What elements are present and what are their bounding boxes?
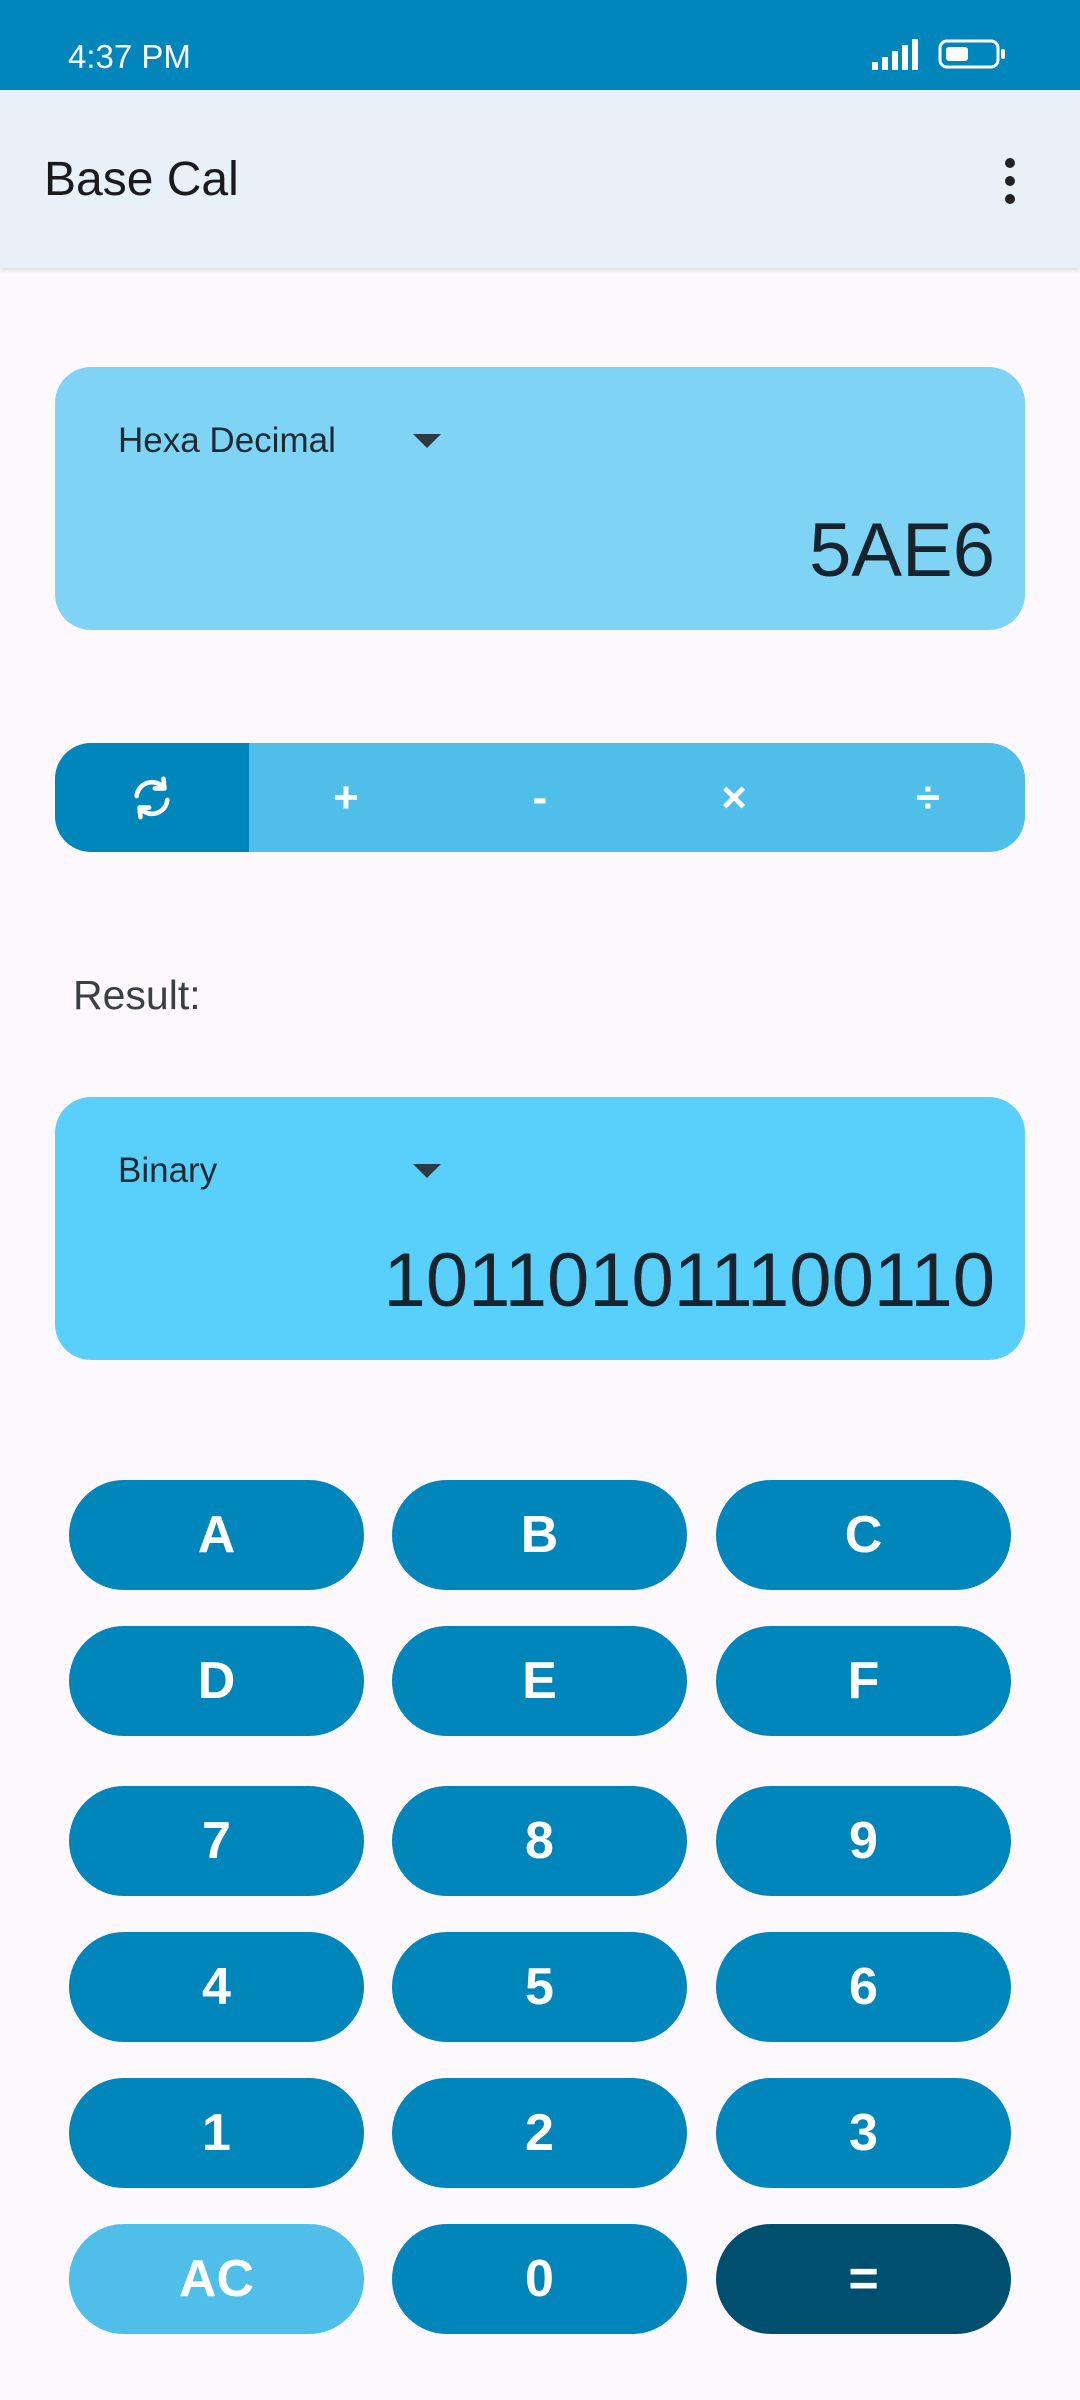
key-2[interactable]: 2: [392, 2078, 687, 2188]
key-e[interactable]: E: [392, 1626, 687, 1736]
key-b[interactable]: B: [392, 1480, 687, 1590]
key-c[interactable]: C: [716, 1480, 1011, 1590]
key-0[interactable]: 0: [392, 2224, 687, 2334]
status-icons: [870, 38, 1008, 70]
equals-button[interactable]: =: [716, 2224, 1011, 2334]
key-4[interactable]: 4: [69, 1932, 364, 2042]
key-3[interactable]: 3: [716, 2078, 1011, 2188]
app-title: Base Cal: [44, 153, 239, 206]
key-7[interactable]: 7: [69, 1786, 364, 1896]
result-label: Result:: [73, 972, 201, 1018]
status-time: 4:37 PM: [68, 38, 191, 75]
key-6[interactable]: 6: [716, 1932, 1011, 2042]
clear-button[interactable]: AC: [69, 2224, 364, 2334]
result-card: Binary 101101011100110: [55, 1097, 1025, 1360]
result-value: 101101011100110: [383, 1238, 995, 1323]
status-bar: 4:37 PM: [0, 0, 1080, 90]
key-f[interactable]: F: [716, 1626, 1011, 1736]
overflow-menu-icon[interactable]: [980, 146, 1040, 216]
convert-button[interactable]: [55, 743, 249, 852]
result-base-label: Binary: [118, 1151, 218, 1190]
battery-icon: [938, 39, 1005, 69]
input-value[interactable]: 5AE6: [809, 507, 995, 594]
input-card: Hexa Decimal 5AE6: [55, 367, 1025, 630]
key-9[interactable]: 9: [716, 1786, 1011, 1896]
input-base-dropdown[interactable]: Hexa Decimal: [118, 421, 441, 461]
multiply-button[interactable]: ×: [637, 743, 831, 852]
input-base-label: Hexa Decimal: [118, 421, 336, 460]
dropdown-arrow-icon: [413, 1164, 441, 1178]
result-base-dropdown[interactable]: Binary: [118, 1151, 441, 1191]
swap-convert-icon: [134, 776, 170, 819]
key-a[interactable]: A: [69, 1480, 364, 1590]
app-bar: Base Cal: [0, 90, 1080, 268]
divide-button[interactable]: ÷: [831, 743, 1025, 852]
key-d[interactable]: D: [69, 1626, 364, 1736]
key-5[interactable]: 5: [392, 1932, 687, 2042]
operation-bar: + - × ÷: [55, 743, 1025, 852]
dropdown-arrow-icon: [413, 434, 441, 448]
key-1[interactable]: 1: [69, 2078, 364, 2188]
signal-icon: [872, 39, 918, 70]
add-button[interactable]: +: [249, 743, 443, 852]
subtract-button[interactable]: -: [443, 743, 637, 852]
key-8[interactable]: 8: [392, 1786, 687, 1896]
